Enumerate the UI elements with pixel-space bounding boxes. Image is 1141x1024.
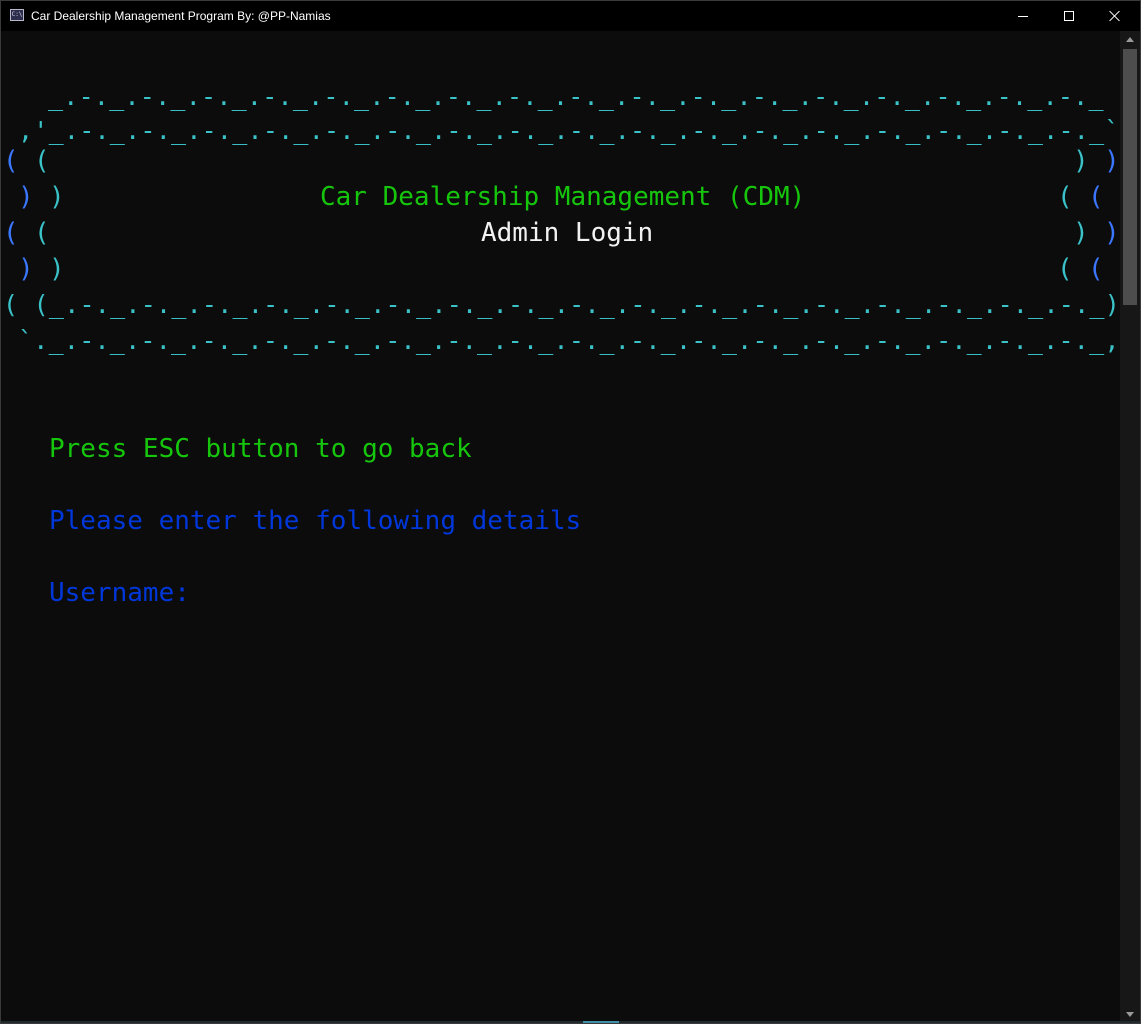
banner-right-paren: ( bbox=[1088, 254, 1104, 284]
banner-right-paren: ( bbox=[1057, 182, 1073, 212]
close-icon bbox=[1109, 10, 1121, 22]
banner-bottom-edge-outer: `._.-._.-._.-._.-._.-._.-._.-._.-._.-._.… bbox=[18, 326, 1135, 355]
close-button[interactable] bbox=[1092, 1, 1138, 31]
esc-hint: Press ESC button to go back bbox=[49, 434, 472, 464]
banner-bottom-edge: ( (_.-._.-._.-._.-._.-._.-._.-._.-._.-._… bbox=[3, 290, 1141, 319]
banner-left-paren: ( bbox=[34, 146, 50, 176]
scroll-down-arrow-icon[interactable] bbox=[1126, 1012, 1134, 1017]
banner-right-paren: ( bbox=[1088, 182, 1104, 212]
window-title: Car Dealership Management Program By: @P… bbox=[31, 9, 331, 23]
banner-right-paren: ) bbox=[1073, 218, 1089, 248]
title-bar[interactable]: C:\ Car Dealership Management Program By… bbox=[1, 1, 1140, 31]
banner-title: Car Dealership Management (CDM) bbox=[320, 182, 806, 212]
banner-subtitle: Admin Login bbox=[481, 218, 654, 248]
banner-right-paren: ) bbox=[1104, 218, 1120, 248]
instruction-text: Please enter the following details bbox=[49, 506, 582, 536]
scroll-up-arrow-icon[interactable] bbox=[1126, 37, 1134, 42]
banner-top-edge-inner: ,'_.-._.-._.-._.-._.-._.-._.-._.-._.-._.… bbox=[18, 116, 1135, 145]
banner-left-paren: ) bbox=[49, 182, 65, 212]
console-output[interactable]: _.-._.-._.-._.-._.-._.-._.-._.-._.-._.-.… bbox=[1, 31, 1140, 1023]
scrollbar-thumb[interactable] bbox=[1123, 49, 1137, 305]
console-app-icon: C:\ bbox=[10, 9, 24, 21]
banner-left-paren: ( bbox=[3, 146, 19, 176]
banner-left-paren: ( bbox=[3, 218, 19, 248]
console-window: C:\ Car Dealership Management Program By… bbox=[0, 0, 1141, 1024]
minimize-button[interactable] bbox=[1000, 1, 1046, 31]
username-label: Username: bbox=[49, 578, 190, 608]
banner-left-paren: ) bbox=[18, 254, 34, 284]
vertical-scrollbar[interactable] bbox=[1120, 31, 1140, 1023]
maximize-button[interactable] bbox=[1046, 1, 1092, 31]
banner-left-paren: ) bbox=[49, 254, 65, 284]
banner-right-paren: ) bbox=[1104, 146, 1120, 176]
banner-left-paren: ( bbox=[34, 218, 50, 248]
banner-top-edge: _.-._.-._.-._.-._.-._.-._.-._.-._.-._.-.… bbox=[48, 82, 1104, 111]
maximize-icon bbox=[1064, 11, 1074, 21]
minimize-icon bbox=[1018, 16, 1028, 17]
banner-right-paren: ) bbox=[1073, 146, 1089, 176]
banner-left-paren: ) bbox=[18, 182, 34, 212]
banner-right-paren: ( bbox=[1057, 254, 1073, 284]
